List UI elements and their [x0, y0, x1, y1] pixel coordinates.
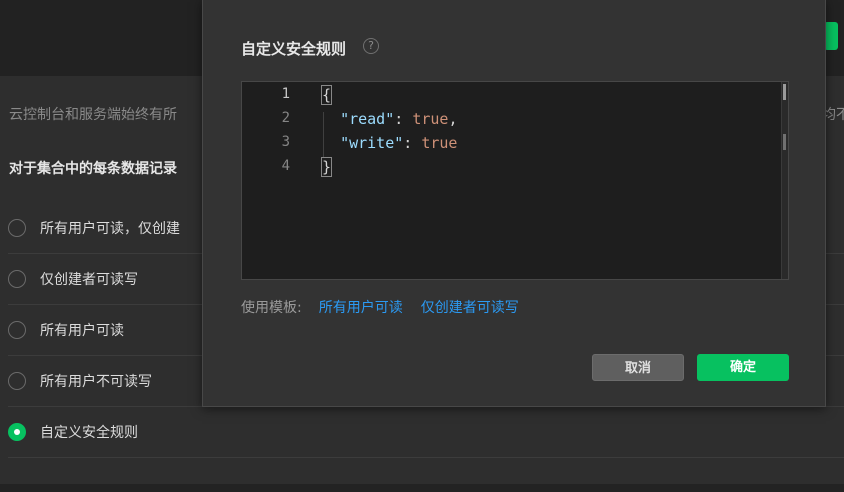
json-key-write: "write"	[340, 134, 404, 152]
json-value-read: true	[412, 110, 449, 128]
radio-button[interactable]	[8, 371, 26, 390]
radio-option-custom-rule[interactable]: 自定义安全规则	[8, 406, 844, 458]
json-comma: ,	[448, 110, 458, 128]
json-key-read: "read"	[340, 110, 395, 128]
template-row: 使用模板: 所有用户可读 仅创建者可读写	[241, 297, 537, 317]
template-link-all-read[interactable]: 所有用户可读	[319, 297, 403, 317]
line-number: 4	[281, 158, 290, 174]
scroll-marker	[783, 84, 786, 100]
line-number: 3	[281, 134, 290, 150]
code-line-3: "write": true	[322, 134, 457, 152]
code-line-2: "read": true,	[322, 110, 457, 128]
close-brace: }	[320, 157, 333, 177]
radio-label: 所有用户可读	[40, 322, 124, 339]
code-line-1: {	[320, 85, 333, 105]
confirm-button[interactable]: 确定	[697, 354, 789, 381]
json-colon: :	[394, 110, 413, 128]
code-editor[interactable]: 1 2 3 4 { "read": true, "write": true }	[241, 81, 789, 280]
radio-button-checked[interactable]	[8, 422, 26, 441]
radio-button[interactable]	[8, 218, 26, 237]
line-number: 1	[281, 86, 290, 102]
dialog-title: 自定义安全规则	[241, 40, 347, 58]
radio-label: 自定义安全规则	[40, 424, 138, 441]
radio-label: 所有用户不可读写	[40, 373, 152, 390]
json-colon: :	[403, 134, 422, 152]
editor-scrollbar[interactable]	[781, 82, 788, 279]
permission-description: 云控制台和服务端始终有所	[9, 107, 177, 123]
radio-button[interactable]	[8, 269, 26, 288]
template-label: 使用模板:	[241, 300, 302, 316]
code-line-4: }	[320, 157, 333, 177]
custom-rule-dialog: 自定义安全规则 ? 1 2 3 4 { "read": true, "write…	[202, 0, 826, 407]
cancel-button[interactable]: 取消	[592, 354, 684, 381]
open-brace: {	[320, 85, 333, 105]
bottom-strip	[0, 484, 844, 492]
scroll-marker	[783, 134, 786, 150]
line-number-gutter: 1 2 3 4	[242, 82, 312, 279]
radio-label: 所有用户可读，仅创建	[40, 220, 180, 237]
radio-label: 仅创建者可读写	[40, 271, 138, 288]
permission-heading: 对于集合中的每条数据记录	[9, 161, 177, 177]
template-link-creator-read-write[interactable]: 仅创建者可读写	[421, 297, 519, 317]
line-number: 2	[281, 110, 290, 126]
help-icon[interactable]: ?	[363, 38, 379, 54]
json-value-write: true	[421, 134, 458, 152]
primary-button-edge[interactable]	[824, 22, 838, 50]
radio-button[interactable]	[8, 320, 26, 339]
